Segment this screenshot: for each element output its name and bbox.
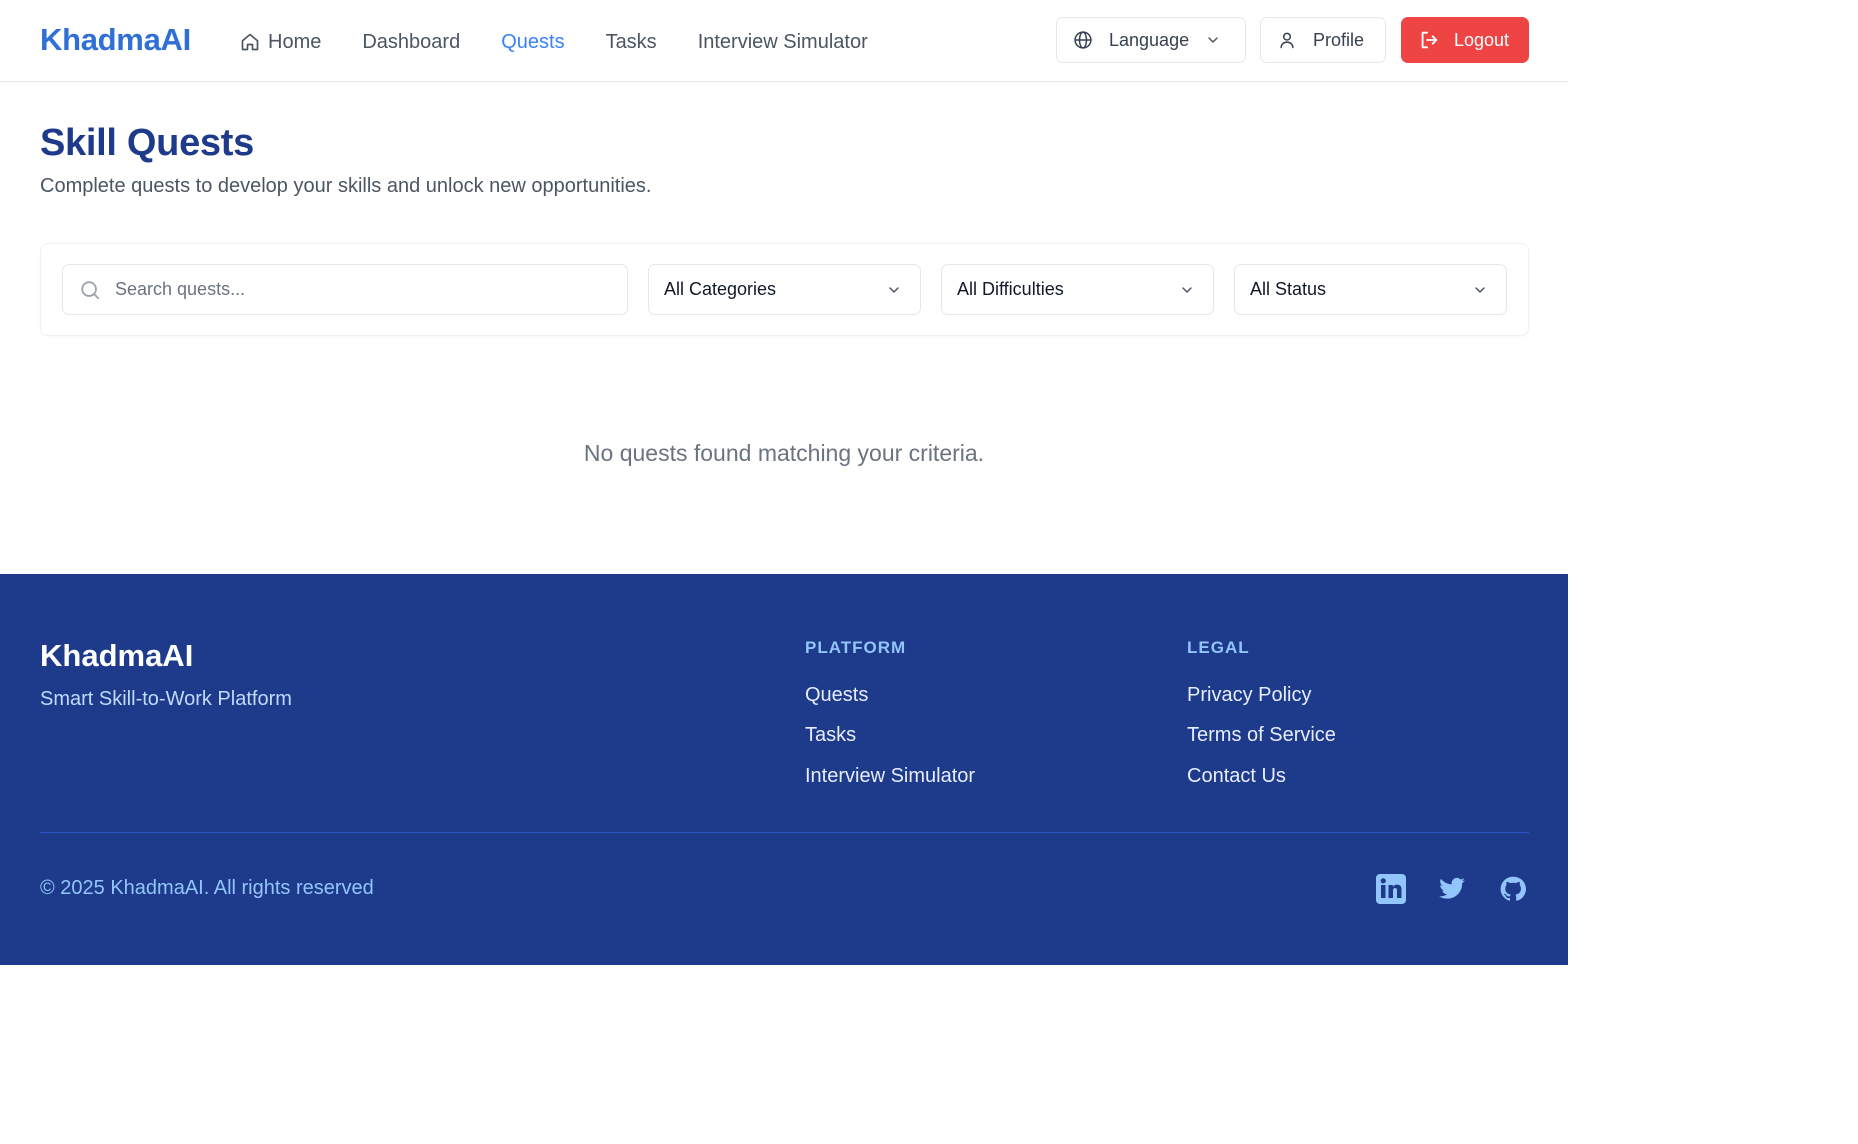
status-select-value: All Status — [1250, 279, 1327, 299]
nav-dashboard[interactable]: Dashboard — [362, 28, 460, 56]
linkedin-link[interactable] — [1375, 873, 1407, 905]
twitter-link[interactable] — [1436, 873, 1468, 905]
footer-link-tasks[interactable]: Tasks — [805, 724, 856, 747]
chevron-down-icon — [1182, 286, 1192, 293]
language-dropdown[interactable]: Language — [1056, 17, 1246, 63]
search-box[interactable] — [62, 264, 628, 315]
github-link[interactable] — [1497, 873, 1529, 905]
user-icon — [1280, 32, 1294, 49]
empty-state-message: No quests found matching your criteria. — [583, 440, 985, 466]
footer-link-contact-us[interactable]: Contact Us — [1187, 765, 1286, 788]
status-select[interactable]: All Status — [1234, 264, 1507, 315]
difficulty-select[interactable]: All Difficulties — [941, 264, 1214, 315]
twitter-icon — [1439, 877, 1465, 899]
nav-tasks[interactable]: Tasks — [606, 28, 657, 56]
difficulty-select-value: All Difficulties — [957, 279, 1064, 299]
nav-home-label: Home — [268, 30, 322, 53]
footer-legal-title: LEGAL — [1187, 638, 1250, 657]
nav-quests[interactable]: Quests — [501, 28, 564, 56]
footer-divider — [40, 832, 1529, 833]
chevron-down-icon — [1475, 286, 1485, 293]
nav-home[interactable]: Home — [240, 28, 321, 56]
github-icon — [1500, 876, 1526, 901]
search-input[interactable] — [115, 279, 595, 300]
footer-platform-title: PLATFORM — [805, 638, 907, 657]
page-title: Skill Quests — [40, 122, 254, 164]
category-select[interactable]: All Categories — [648, 264, 921, 315]
page-subtitle: Complete quests to develop your skills a… — [40, 175, 652, 197]
chevron-down-icon — [1208, 37, 1218, 43]
footer-copyright: © 2025 KhadmaAI. All rights reserved — [40, 877, 374, 899]
footer-brand: KhadmaAI — [40, 638, 194, 673]
linkedin-icon — [1376, 874, 1406, 904]
site-footer: KhadmaAI Smart Skill-to-Work Platform PL… — [0, 574, 1568, 965]
logout-button[interactable]: Logout — [1401, 17, 1529, 63]
top-navbar: KhadmaAI Home Dashboard Quests Tasks Int… — [0, 0, 1568, 82]
filter-bar: All Categories All Difficulties All Stat… — [40, 243, 1529, 336]
footer-tagline: Smart Skill-to-Work Platform — [40, 688, 292, 710]
home-icon — [241, 33, 259, 51]
footer-link-quests[interactable]: Quests — [805, 684, 868, 707]
search-icon — [81, 280, 100, 299]
profile-button[interactable]: Profile — [1260, 17, 1386, 63]
profile-label: Profile — [1313, 29, 1365, 50]
main-nav: Home Dashboard Quests Tasks Interview Si… — [240, 28, 909, 56]
logout-icon — [1421, 31, 1438, 49]
nav-interview-simulator[interactable]: Interview Simulator — [698, 28, 868, 56]
footer-link-terms-of-service[interactable]: Terms of Service — [1187, 724, 1336, 747]
category-select-value: All Categories — [664, 279, 777, 299]
chevron-down-icon — [889, 286, 899, 293]
language-label: Language — [1109, 29, 1190, 50]
brand-logo[interactable]: KhadmaAI — [40, 22, 191, 58]
footer-link-interview-simulator[interactable]: Interview Simulator — [805, 765, 975, 788]
footer-link-privacy-policy[interactable]: Privacy Policy — [1187, 684, 1311, 707]
globe-icon — [1074, 31, 1092, 49]
logout-label: Logout — [1454, 29, 1510, 50]
